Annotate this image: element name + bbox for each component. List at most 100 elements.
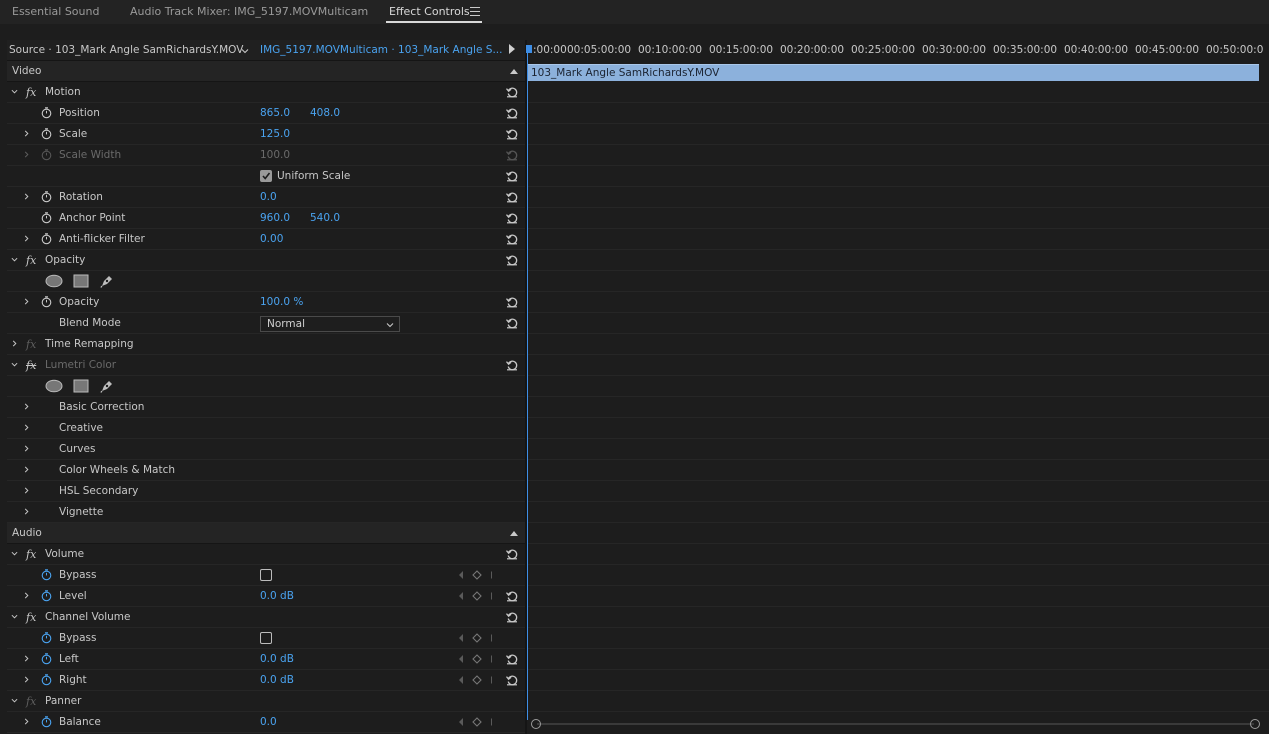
reset-icon[interactable] [505,652,519,666]
ellipse-mask-icon[interactable] [45,274,63,288]
hamburger-menu-icon[interactable] [470,7,480,16]
reset-icon[interactable] [505,610,519,624]
fx-icon[interactable]: fx [26,250,36,271]
chevron-down-icon[interactable] [241,47,249,55]
chevron-right-icon[interactable] [23,655,30,662]
keyframe-navigator-icon[interactable] [452,674,492,686]
collapse-up-icon[interactable] [510,531,518,536]
chevron-down-icon[interactable] [11,361,18,368]
chevron-right-icon[interactable] [23,424,30,431]
stopwatch-icon[interactable] [40,106,53,119]
scroll-end-handle[interactable] [1250,719,1260,729]
scroll-start-handle[interactable] [531,719,541,729]
stopwatch-icon[interactable] [40,568,53,581]
chevron-right-icon[interactable] [23,403,30,410]
timeline-clip[interactable]: 103_Mark Angle SamRichardsY.MOV [527,64,1259,81]
stopwatch-icon[interactable] [40,232,53,245]
opacity-value[interactable]: 100.0 % [260,292,303,313]
channel-right-value[interactable]: 0.0 dB [260,670,294,691]
reset-icon[interactable] [505,253,519,267]
chevron-right-icon[interactable] [11,340,18,347]
lumetri-group-vignette[interactable]: Vignette [7,502,525,523]
chevron-right-icon[interactable] [23,298,30,305]
stopwatch-icon[interactable] [40,589,53,602]
balance-value[interactable]: 0.0 [260,712,277,733]
chevron-right-icon[interactable] [23,676,30,683]
pen-mask-icon[interactable] [99,378,115,394]
effect-time-remapping[interactable]: fx Time Remapping [7,334,525,355]
lumetri-group-color-wheels[interactable]: Color Wheels & Match [7,460,525,481]
stopwatch-icon[interactable] [40,211,53,224]
chevron-down-icon[interactable] [11,550,18,557]
rectangle-mask-icon[interactable] [73,379,89,393]
position-x-value[interactable]: 865.0 [260,103,290,124]
reset-icon[interactable] [505,190,519,204]
reset-icon[interactable] [505,127,519,141]
lumetri-group-curves[interactable]: Curves [7,439,525,460]
tab-essential-sound[interactable]: Essential Sound [12,0,99,24]
fx-icon[interactable]: fx [26,607,36,628]
chevron-right-icon[interactable] [23,130,30,137]
playhead-line[interactable] [527,52,528,720]
chevron-down-icon[interactable] [11,613,18,620]
reset-icon[interactable] [505,169,519,183]
reset-icon[interactable] [505,106,519,120]
keyframe-navigator-icon[interactable] [452,590,492,602]
chevron-right-icon[interactable] [23,235,30,242]
uniform-scale-checkbox[interactable] [260,170,272,182]
stopwatch-icon[interactable] [40,715,53,728]
tab-audio-track-mixer[interactable]: Audio Track Mixer: IMG_5197.MOVMulticam [130,0,368,24]
keyframe-navigator-icon[interactable] [452,716,492,728]
fx-icon[interactable]: fx [26,544,36,565]
pen-mask-icon[interactable] [99,273,115,289]
blend-mode-select[interactable]: Normal [260,316,400,332]
timeline-toggle-arrow-icon[interactable] [509,44,515,54]
chevron-right-icon[interactable] [23,508,30,515]
source-clip-label[interactable]: Source · 103_Mark Angle SamRichardsY.MOV [9,40,243,61]
scale-value[interactable]: 125.0 [260,124,290,145]
fx-icon[interactable]: fx [26,82,36,103]
lumetri-group-creative[interactable]: Creative [7,418,525,439]
anchor-x-value[interactable]: 960.0 [260,208,290,229]
reset-icon[interactable] [505,211,519,225]
chevron-right-icon[interactable] [23,445,30,452]
effect-panner[interactable]: fx Panner [7,691,525,712]
chevron-right-icon[interactable] [23,592,30,599]
chevron-right-icon[interactable] [23,466,30,473]
stopwatch-icon[interactable] [40,190,53,203]
chevron-right-icon[interactable] [23,151,30,158]
chevron-down-icon[interactable] [11,256,18,263]
volume-bypass-checkbox[interactable] [260,569,272,581]
rectangle-mask-icon[interactable] [73,274,89,288]
effect-opacity[interactable]: fx Opacity [7,250,525,271]
keyframe-navigator-icon[interactable] [452,653,492,665]
stopwatch-icon[interactable] [40,631,53,644]
effect-volume[interactable]: fx Volume [7,544,525,565]
effect-motion[interactable]: fx Motion [7,82,525,103]
channel-bypass-checkbox[interactable] [260,632,272,644]
keyframe-navigator-icon[interactable] [452,569,492,581]
stopwatch-icon[interactable] [40,652,53,665]
stopwatch-icon[interactable] [40,127,53,140]
chevron-right-icon[interactable] [23,193,30,200]
reset-icon[interactable] [505,295,519,309]
reset-icon[interactable] [505,673,519,687]
reset-icon[interactable] [505,589,519,603]
stopwatch-icon[interactable] [40,295,53,308]
chevron-right-icon[interactable] [23,718,30,725]
reset-icon[interactable] [505,358,519,372]
rotation-value[interactable]: 0.0 [260,187,277,208]
effect-lumetri-color[interactable]: fx Lumetri Color [7,355,525,376]
fx-disabled-icon[interactable]: fx [26,355,36,376]
timeline-zoom-scrollbar[interactable] [531,718,1260,730]
collapse-up-icon[interactable] [510,69,518,74]
lumetri-group-hsl-secondary[interactable]: HSL Secondary [7,481,525,502]
stopwatch-icon[interactable] [40,673,53,686]
volume-level-value[interactable]: 0.0 dB [260,586,294,607]
sequence-clip-link[interactable]: IMG_5197.MOVMulticam · 103_Mark Angle S.… [260,40,502,61]
channel-left-value[interactable]: 0.0 dB [260,649,294,670]
effect-channel-volume[interactable]: fx Channel Volume [7,607,525,628]
reset-icon[interactable] [505,547,519,561]
reset-icon[interactable] [505,85,519,99]
reset-icon[interactable] [505,232,519,246]
